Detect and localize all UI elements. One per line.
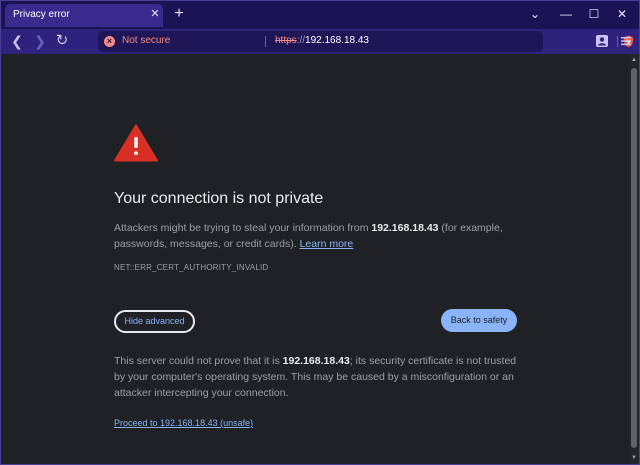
- security-status[interactable]: Not secure: [122, 35, 170, 46]
- omnibox-divider: [265, 36, 266, 47]
- reload-button[interactable]: ↻: [54, 33, 70, 49]
- main-message-text: Attackers might be trying to steal your …: [114, 222, 372, 234]
- omnibox-divider-right: [617, 36, 618, 47]
- tab-strip: Privacy error ✕ + ⌄ — ☐ ✕: [1, 1, 639, 29]
- not-secure-icon[interactable]: ×: [104, 36, 115, 47]
- address-bar[interactable]: × Not secure https://192.168.18.43: [98, 31, 634, 52]
- scroll-up-icon[interactable]: ▲: [631, 57, 637, 63]
- page-title: Your connection is not private: [114, 190, 324, 207]
- toolbar: ❮ ❯ ↻ × Not secure https://192.168.18.43: [1, 29, 639, 54]
- maximize-button[interactable]: ☐: [587, 7, 601, 21]
- profile-icon[interactable]: [595, 34, 609, 48]
- details-text: This server could not prove that it is: [114, 355, 283, 367]
- back-to-safety-button[interactable]: Back to safety: [441, 309, 517, 332]
- minimize-button[interactable]: —: [559, 7, 573, 21]
- scroll-thumb[interactable]: [631, 68, 637, 448]
- tab-privacy-error[interactable]: Privacy error ✕: [5, 4, 163, 27]
- learn-more-link[interactable]: Learn more: [300, 238, 354, 250]
- close-window-button[interactable]: ✕: [615, 7, 629, 21]
- interstitial-page: Your connection is not private Attackers…: [1, 54, 629, 464]
- url-separator: ://: [296, 35, 306, 46]
- proceed-unsafe-link[interactable]: Proceed to 192.168.18.43 (unsafe): [114, 418, 253, 428]
- url-scheme: https: [275, 35, 297, 46]
- error-code[interactable]: NET::ERR_CERT_AUTHORITY_INVALID: [114, 263, 268, 272]
- browser-window: Privacy error ✕ + ⌄ — ☐ ✕ ❮ ❯ ↻ × Not se…: [0, 0, 640, 465]
- scroll-down-icon[interactable]: ▼: [631, 455, 637, 461]
- advanced-details: This server could not prove that it is 1…: [114, 353, 524, 401]
- tab-close-icon[interactable]: ✕: [149, 8, 161, 20]
- main-message: Attackers might be trying to steal your …: [114, 220, 514, 252]
- menu-icon[interactable]: [619, 34, 633, 48]
- details-host: 192.168.18.43: [282, 355, 350, 367]
- hide-advanced-button[interactable]: Hide advanced: [114, 310, 195, 333]
- url-host: 192.168.18.43: [305, 35, 369, 46]
- warning-triangle-icon: [114, 124, 158, 162]
- url-text[interactable]: https://192.168.18.43: [275, 35, 369, 46]
- tab-search-dropdown-icon[interactable]: ⌄: [528, 7, 542, 21]
- back-button[interactable]: ❮: [9, 33, 25, 49]
- new-tab-button[interactable]: +: [171, 5, 187, 23]
- tab-title: Privacy error: [13, 9, 70, 20]
- main-message-host: 192.168.18.43: [371, 222, 439, 234]
- forward-button[interactable]: ❯: [32, 33, 48, 49]
- scrollbar[interactable]: ▲ ▼: [629, 54, 639, 464]
